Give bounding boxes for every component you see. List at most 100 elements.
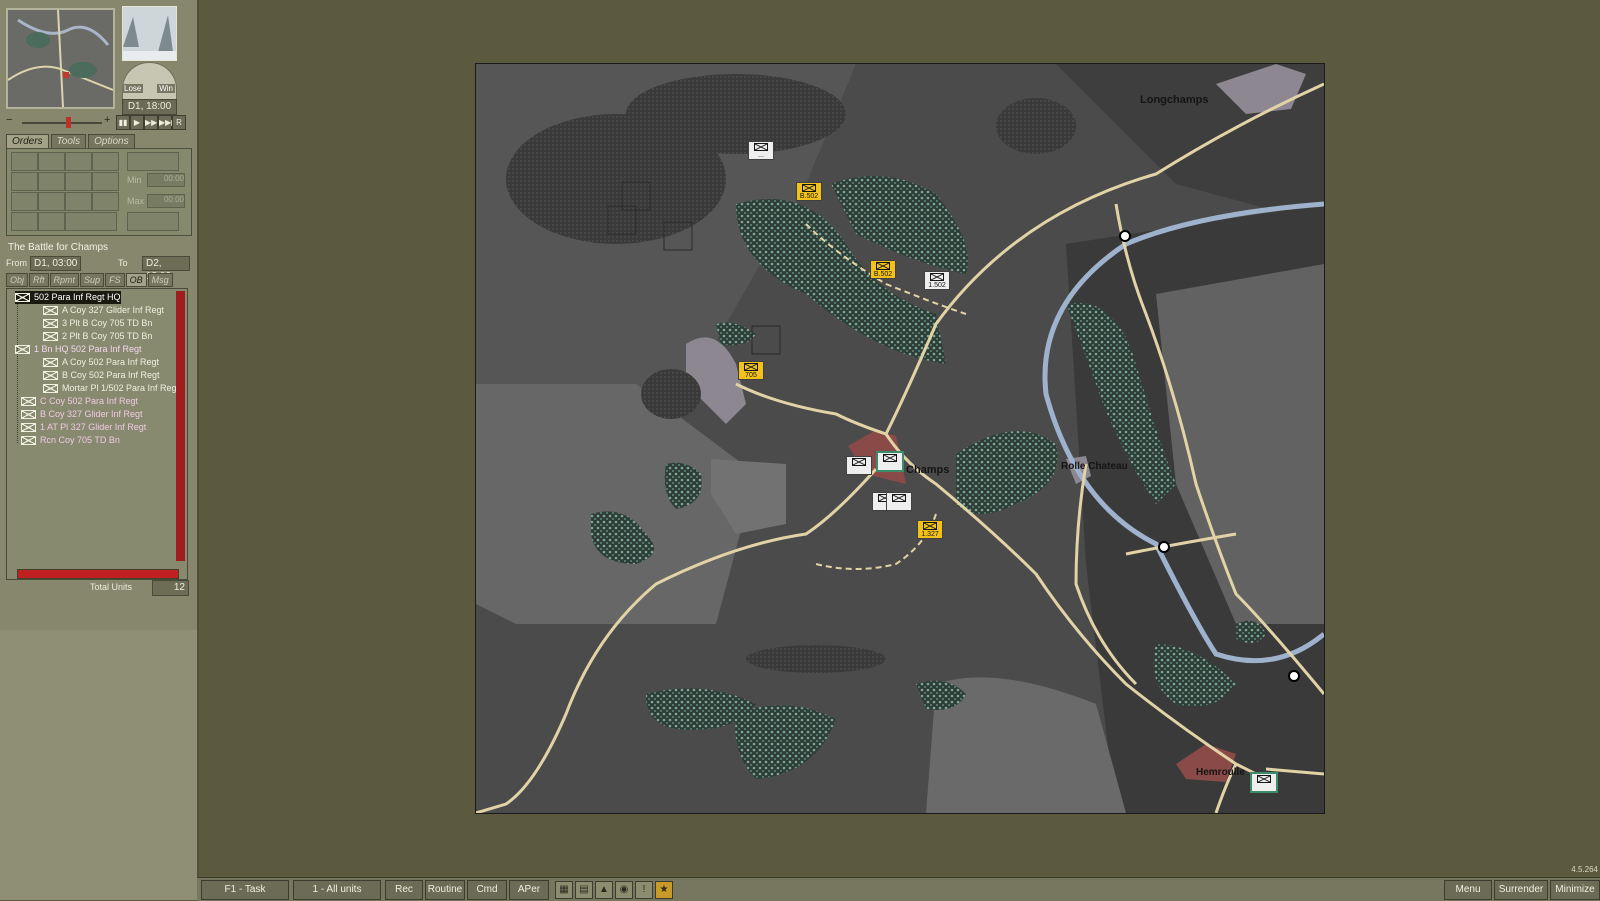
order-button[interactable] xyxy=(92,192,119,211)
ob-item[interactable]: B Coy 502 Para Inf Regt xyxy=(43,369,160,382)
unit-symbol-icon xyxy=(892,494,906,502)
tab-fs[interactable]: FS xyxy=(105,273,125,287)
order-button[interactable] xyxy=(11,212,38,231)
terrain-icon[interactable]: ▲ xyxy=(595,881,613,899)
place-longchamps: Longchamps xyxy=(1140,94,1209,106)
tab-tools[interactable]: Tools xyxy=(50,134,87,148)
fastest-button[interactable]: ▶▶▶ xyxy=(158,115,177,130)
tank-destroyer-icon xyxy=(43,332,58,342)
battle-map[interactable]: Longchamps Champs Rolle Chateau Hemroull… xyxy=(475,63,1325,814)
max-label: Max xyxy=(127,196,145,206)
speed-slider-thumb[interactable] xyxy=(66,117,71,128)
routine-button[interactable]: Routine xyxy=(425,880,465,900)
order-button[interactable] xyxy=(11,172,38,191)
ob-item[interactable]: 3 Plt B Coy 705 TD Bn xyxy=(43,317,152,330)
tab-obj[interactable]: Obj xyxy=(6,273,29,287)
unit-counter[interactable]: ... xyxy=(748,141,774,160)
ob-item[interactable]: 1 AT Pl 327 Glider Inf Regt xyxy=(21,421,146,434)
fast-button[interactable]: ▶▶ xyxy=(144,115,158,130)
play-button[interactable]: ▶ xyxy=(130,115,144,130)
aper-button[interactable]: APer xyxy=(509,880,549,900)
unit-counter[interactable]: 1.502 xyxy=(924,271,950,290)
infantry-icon xyxy=(15,345,30,355)
sidebar-lower-panel xyxy=(0,630,197,900)
unit-counter[interactable]: 705 xyxy=(738,361,764,380)
unit-counter[interactable]: 1.327 xyxy=(917,520,943,539)
rec-button[interactable]: Rec xyxy=(385,880,423,900)
ob-item[interactable]: 502 Para Inf Regt HQ xyxy=(15,291,121,304)
menu-button[interactable]: Menu xyxy=(1444,880,1492,900)
all-units-button[interactable]: 1 - All units xyxy=(293,880,381,900)
min-field[interactable]: 00:00 xyxy=(147,173,185,187)
mortar-icon xyxy=(43,384,58,394)
objective-icon[interactable]: ★ xyxy=(655,881,673,899)
tank-destroyer-icon xyxy=(43,319,58,329)
surrender-button[interactable]: Surrender xyxy=(1494,880,1548,900)
order-button[interactable] xyxy=(65,172,92,191)
cmd-button[interactable]: Cmd xyxy=(467,880,507,900)
from-label: From xyxy=(6,258,27,268)
game-clock: D1, 18:00 xyxy=(122,99,177,115)
order-button[interactable] xyxy=(92,152,119,171)
order-button[interactable] xyxy=(11,192,38,211)
infantry-icon xyxy=(43,358,58,368)
bottom-toolbar: F1 - Task 1 - All units Rec Routine Cmd … xyxy=(197,877,1600,901)
order-button[interactable] xyxy=(65,192,92,211)
order-button[interactable] xyxy=(65,152,92,171)
weather-image xyxy=(122,6,177,61)
ob-item[interactable]: Rcn Coy 705 TD Bn xyxy=(21,434,120,447)
info-icon[interactable]: ! xyxy=(635,881,653,899)
unit-counter[interactable]: B.502 xyxy=(870,260,896,279)
max-field[interactable]: 00:00 xyxy=(147,194,185,208)
tab-rpmt[interactable]: Rpmt xyxy=(49,273,80,287)
ob-item[interactable]: C Coy 502 Para Inf Regt xyxy=(21,395,138,408)
time-range: From D1, 03:00 To D2, 13:00 xyxy=(6,256,190,282)
ob-item[interactable]: 2 Plt B Coy 705 TD Bn xyxy=(43,330,152,343)
unit-symbol-icon xyxy=(754,143,768,151)
place-rolle-chateau: Rolle Chateau xyxy=(1061,461,1128,472)
tab-ob[interactable]: OB xyxy=(125,273,147,287)
ob-vertical-scrollbar[interactable] xyxy=(176,291,185,561)
order-wide-button[interactable] xyxy=(127,212,179,231)
tab-msg[interactable]: Msg xyxy=(147,273,173,287)
map-icon[interactable]: ▤ xyxy=(575,881,593,899)
tab-orders[interactable]: Orders xyxy=(6,134,49,148)
order-button[interactable] xyxy=(11,152,38,171)
order-button[interactable] xyxy=(92,172,119,191)
order-wide-button[interactable] xyxy=(127,152,179,171)
min-label: Min xyxy=(127,175,142,185)
ob-item[interactable]: Mortar Pl 1/502 Para Inf Regt xyxy=(43,382,179,395)
unit-symbol-icon xyxy=(930,273,944,281)
plus-icon[interactable]: + xyxy=(104,114,110,126)
task-button[interactable]: F1 - Task xyxy=(201,880,289,900)
minimize-button[interactable]: Minimize xyxy=(1550,880,1600,900)
order-wide-button[interactable] xyxy=(65,212,117,231)
ob-horizontal-scrollbar[interactable] xyxy=(17,569,179,579)
tab-options[interactable]: Options xyxy=(88,134,135,148)
tab-rft[interactable]: Rft xyxy=(29,273,49,287)
unit-counter[interactable] xyxy=(876,451,904,472)
unit-symbol-icon xyxy=(744,363,758,371)
speed-slider-track[interactable] xyxy=(22,122,102,124)
ob-item[interactable]: 1 Bn HQ 502 Para Inf Regt xyxy=(15,343,142,356)
ob-item[interactable]: A Coy 327 Glider Inf Regt xyxy=(43,304,164,317)
infantry-icon xyxy=(21,397,36,407)
unit-counter[interactable] xyxy=(886,492,912,511)
order-button[interactable] xyxy=(38,172,65,191)
minimap[interactable] xyxy=(6,8,115,109)
order-button[interactable] xyxy=(38,152,65,171)
unit-counter[interactable]: B.502 xyxy=(796,182,822,201)
pause-button[interactable]: ▮▮ xyxy=(116,115,130,130)
grid-icon[interactable]: ▦ xyxy=(555,881,573,899)
unit-icon[interactable]: ◉ xyxy=(615,881,633,899)
ob-item[interactable]: A Coy 502 Para Inf Regt xyxy=(43,356,159,369)
ob-item[interactable]: B Coy 327 Glider Inf Regt xyxy=(21,408,143,421)
order-button[interactable] xyxy=(38,192,65,211)
tab-sup[interactable]: Sup xyxy=(80,273,105,287)
unit-counter[interactable] xyxy=(1250,772,1278,793)
order-button[interactable] xyxy=(38,212,65,231)
minus-icon[interactable]: − xyxy=(6,114,12,126)
infantry-icon xyxy=(15,293,30,303)
unit-counter[interactable] xyxy=(846,456,872,475)
replay-button[interactable]: R xyxy=(172,115,186,130)
